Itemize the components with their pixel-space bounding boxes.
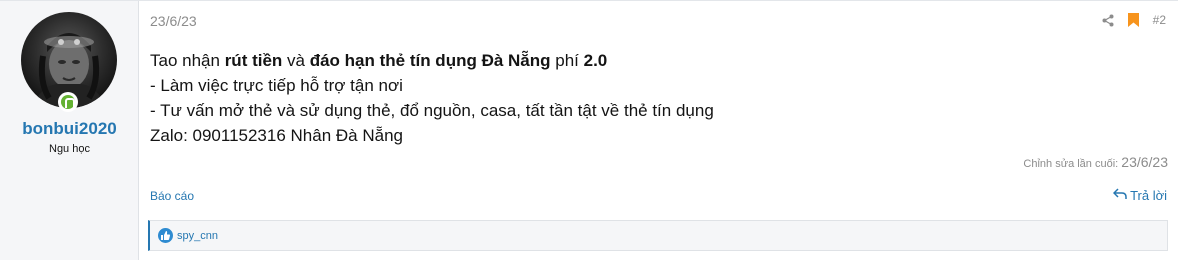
post-number[interactable]: #2 <box>1153 13 1166 27</box>
share-icon[interactable] <box>1102 14 1114 27</box>
reply-button[interactable]: Trả lời <box>1113 188 1167 203</box>
report-button[interactable]: Báo cáo <box>150 189 194 203</box>
message-text: phí <box>550 51 584 70</box>
message-bold-text: đáo hạn thẻ tín dụng Đà Nẵng <box>309 51 551 70</box>
message-bold-text: 2.0 <box>583 51 608 70</box>
message-user-cell: bonbui2020 Ngu học <box>0 1 139 260</box>
online-status-icon <box>58 92 78 112</box>
last-edited: Chỉnh sửa lần cuối: 23/6/23 <box>1023 154 1168 170</box>
bookmark-icon[interactable] <box>1127 13 1139 27</box>
message-bold-text: rút tiền <box>224 51 283 70</box>
reply-label: Trả lời <box>1130 188 1167 203</box>
user-title: Ngu học <box>49 143 90 155</box>
message-post: bonbui2020 Ngu học 23/6/23 #2 Tao nhận r… <box>0 0 1178 260</box>
message-text: Tao nhận <box>150 51 225 70</box>
reactions-bar: spy_cnn <box>148 220 1168 251</box>
message-main-cell: 23/6/23 #2 Tao nhận rút tiền và đáo hạn … <box>139 1 1178 260</box>
post-header-actions: #2 <box>1102 13 1166 27</box>
last-edited-date: 23/6/23 <box>1121 154 1168 170</box>
message-body: Tao nhận rút tiền và đáo hạn thẻ tín dụn… <box>150 48 1160 148</box>
last-edited-label: Chỉnh sửa lần cuối: <box>1023 158 1119 170</box>
message-line-3: - Tư vấn mở thẻ và sử dụng thẻ, đổ nguồn… <box>150 101 714 120</box>
like-icon <box>158 228 173 243</box>
reactions-users-link[interactable]: spy_cnn <box>177 230 218 242</box>
message-text: và <box>282 51 310 70</box>
message-line-4: Zalo: 0901152316 Nhân Đà Nẵng <box>150 126 403 145</box>
username[interactable]: bonbui2020 <box>0 119 139 139</box>
message-line-1: Tao nhận rút tiền và đáo hạn thẻ tín dụn… <box>150 48 1160 73</box>
post-date[interactable]: 23/6/23 <box>150 13 197 29</box>
reply-icon <box>1113 188 1127 203</box>
message-line-2: - Làm việc trực tiếp hỗ trợ tận nơi <box>150 76 403 95</box>
